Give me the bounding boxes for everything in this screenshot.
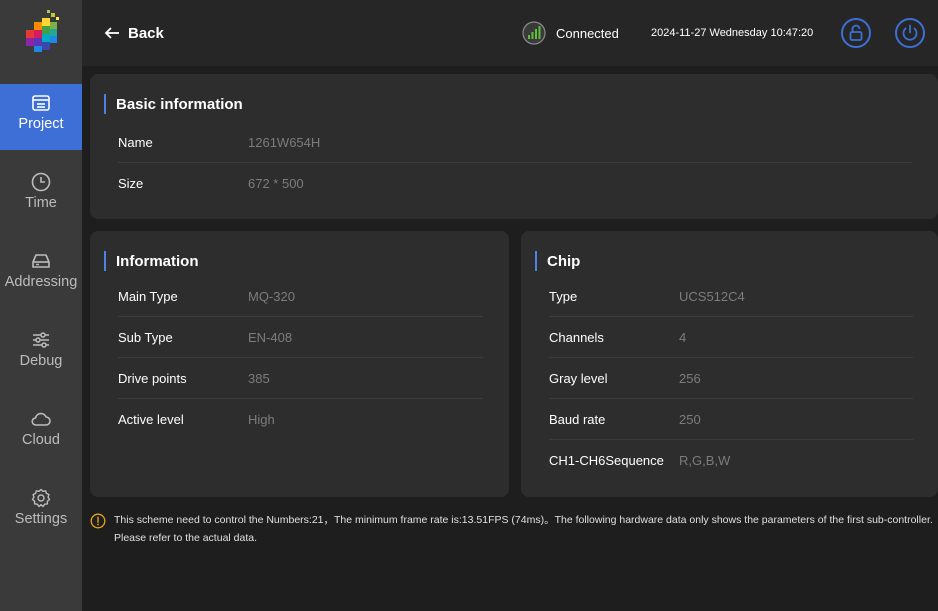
sidebar-item-time[interactable]: Time [0, 163, 82, 229]
sidebar-item-project[interactable]: Project [0, 84, 82, 150]
hard-drive-icon [32, 254, 50, 268]
back-button[interactable]: Back [104, 22, 164, 44]
row-label: Type [549, 288, 578, 304]
chip-row-baud-rate: Baud rate 250 [549, 399, 913, 440]
sidebar-item-label: Time [25, 195, 57, 211]
row-value: 672 * 500 [248, 176, 304, 191]
chip-row-gray-level: Gray level 256 [549, 358, 913, 399]
row-value: MQ-320 [248, 288, 295, 304]
gear-icon [31, 488, 51, 508]
information-panel: Information Main Type MQ-320 Sub Type EN… [90, 231, 509, 497]
sidebar-item-label: Project [18, 116, 64, 132]
chip-row-sequence: CH1-CH6Sequence R,G,B,W [549, 440, 913, 481]
sidebar-item-settings[interactable]: Settings [0, 479, 82, 545]
sidebar: Project Time Addressing Debug Cloud Sett… [0, 0, 82, 611]
power-icon [895, 18, 925, 48]
row-label: Baud rate [549, 411, 606, 427]
sliders-icon [33, 332, 49, 348]
chip-title: Chip [535, 251, 580, 271]
unlock-icon [841, 18, 871, 48]
row-value: High [248, 412, 275, 427]
warning-icon [90, 513, 106, 529]
row-value: 250 [679, 411, 701, 427]
row-label: Sub Type [118, 329, 173, 345]
row-label: Drive points [118, 370, 187, 386]
sidebar-item-label: Debug [19, 353, 63, 369]
row-value: UCS512C4 [679, 288, 745, 304]
sidebar-item-addressing[interactable]: Addressing [0, 242, 82, 308]
basic-info-title: Basic information [104, 94, 243, 114]
connection-label: Connected [556, 25, 619, 41]
row-value: R,G,B,W [679, 453, 731, 468]
row-value: 256 [679, 370, 701, 386]
clock-icon [31, 172, 51, 192]
sidebar-item-cloud[interactable]: Cloud [0, 400, 82, 466]
info-row-name: Name 1261W654H [118, 122, 912, 163]
chip-row-type: Type UCS512C4 [549, 276, 913, 317]
row-label: Channels [549, 329, 604, 345]
sidebar-item-label: Settings [14, 511, 68, 527]
main-content: Basic information Name 1261W654H Size 67… [82, 66, 938, 611]
basic-info-panel: Basic information Name 1261W654H Size 67… [90, 74, 938, 219]
arrow-left-icon [104, 27, 119, 39]
info-row-size: Size 672 * 500 [118, 163, 912, 204]
top-bar: Back Connected 2024-11-27 Wednesday 10:4… [82, 0, 938, 66]
power-button[interactable] [894, 17, 926, 49]
row-label: Gray level [549, 370, 608, 386]
chip-row-channels: Channels 4 [549, 317, 913, 358]
row-value: EN-408 [248, 329, 293, 345]
info-row-drive-points: Drive points 385 [118, 358, 483, 399]
row-label: Main Type [118, 288, 178, 304]
back-label: Back [128, 24, 164, 42]
sidebar-item-label: Addressing [4, 274, 78, 290]
row-value: 4 [679, 329, 687, 345]
project-icon [32, 95, 50, 111]
row-label: CH1-CH6Sequence [549, 453, 664, 468]
info-row-active-level: Active level High [118, 399, 483, 440]
info-row-main-type: Main Type MQ-320 [118, 276, 483, 317]
notice: This scheme need to control the Numbers:… [90, 511, 935, 547]
datetime: 2024-11-27 Wednesday 10:47:20 [651, 27, 814, 39]
info-row-sub-type: Sub Type EN-408 [118, 317, 483, 358]
cloud-icon [31, 412, 51, 426]
sidebar-item-debug[interactable]: Debug [0, 321, 82, 387]
row-label: Active level [118, 412, 184, 427]
notice-text: This scheme need to control the Numbers:… [114, 514, 933, 544]
connection-status: Connected [522, 21, 619, 45]
row-value: 385 [248, 370, 270, 386]
signal-icon [522, 21, 546, 45]
information-title: Information [104, 251, 199, 271]
row-label: Name [118, 134, 153, 150]
row-value: 1261W654H [248, 134, 321, 150]
lock-button[interactable] [840, 17, 872, 49]
row-label: Size [118, 176, 144, 191]
chip-panel: Chip Type UCS512C4 Channels 4 Gray level… [521, 231, 938, 497]
sidebar-item-label: Cloud [22, 432, 60, 448]
app-logo [22, 8, 62, 54]
